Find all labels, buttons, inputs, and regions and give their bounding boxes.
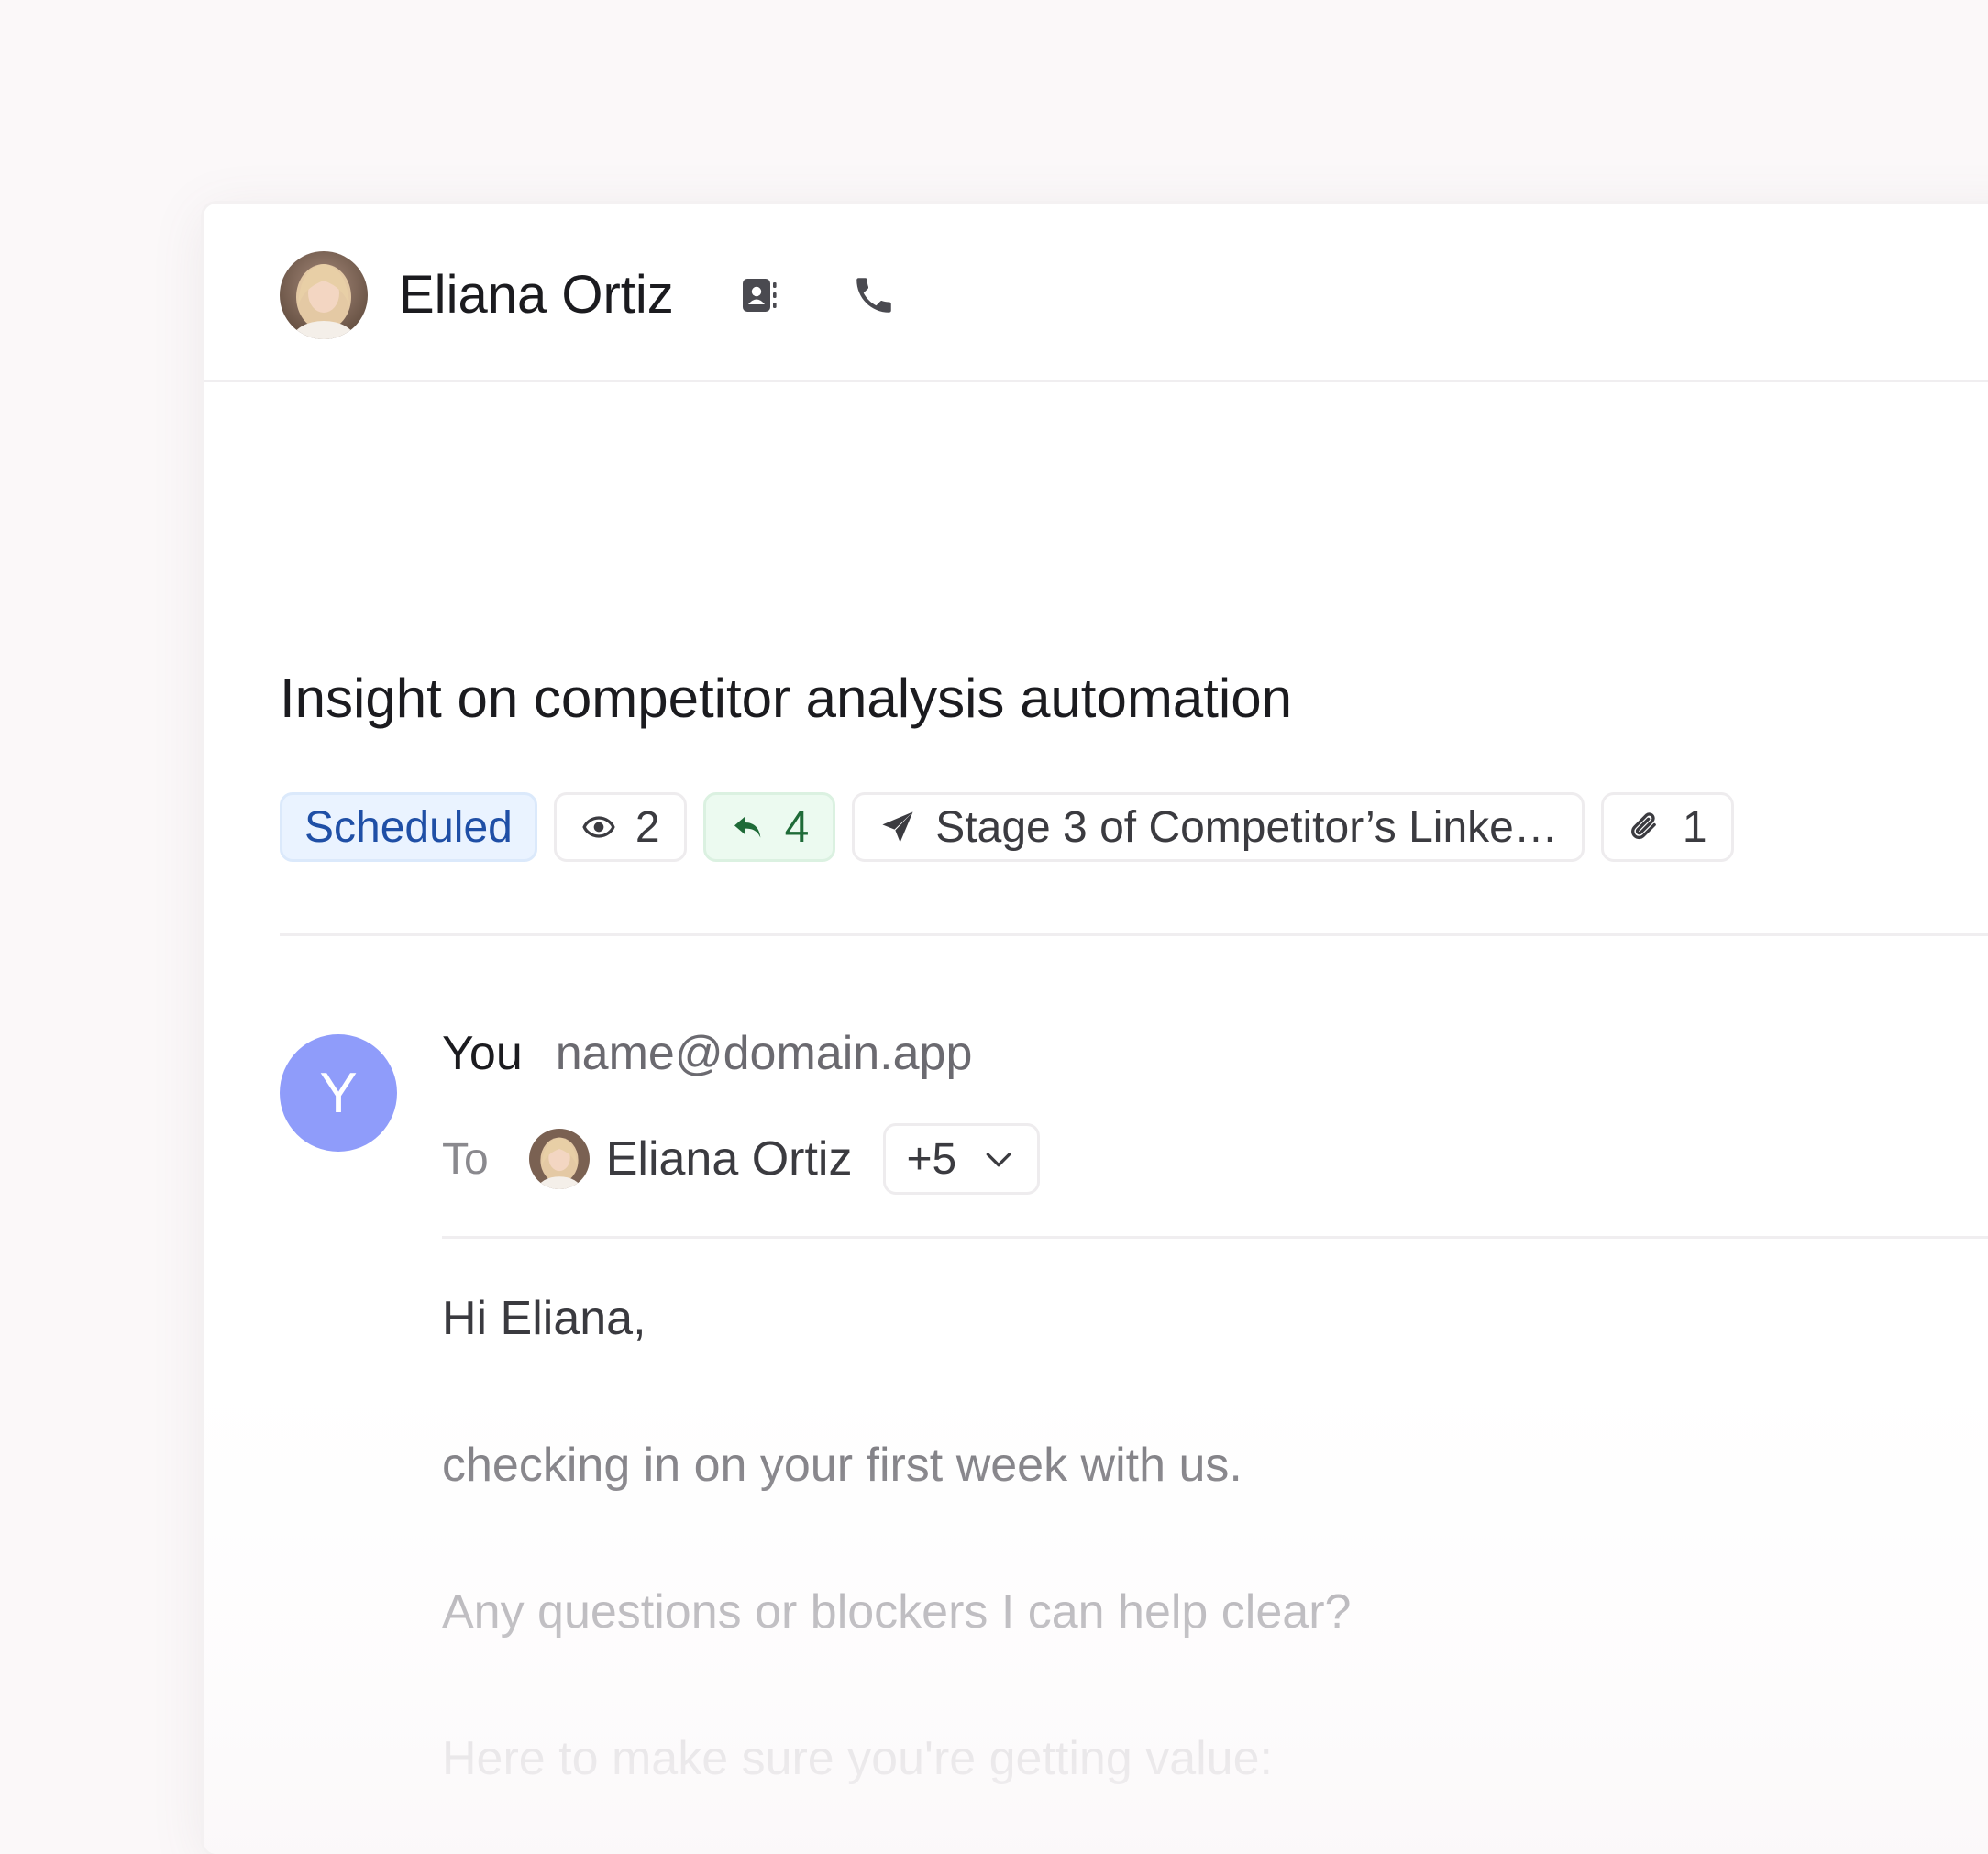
reply-icon [730, 809, 767, 845]
replies-count: 4 [784, 802, 810, 852]
recipients-line: To Eliana Ortiz +5 [442, 1123, 1041, 1195]
sender-line: You name@domain.app [442, 1020, 972, 1087]
to-label: To [442, 1134, 489, 1184]
status-badge[interactable]: Scheduled [280, 792, 537, 862]
replies-chip[interactable]: 4 [702, 792, 836, 862]
email-meta-chips: Scheduled 2 4 Stage 3 of Competitor’s Li… [280, 792, 1734, 862]
email-body-line: Here to make sure you're getting value: [442, 1732, 1273, 1785]
divider [442, 1236, 1988, 1239]
divider [280, 933, 1988, 936]
contact-avatar[interactable] [280, 251, 368, 339]
sequence-chip[interactable]: Stage 3 of Competitor’s Linke… [852, 792, 1585, 862]
send-icon [878, 808, 917, 846]
person-photo-icon [280, 251, 368, 339]
paperclip-icon [1628, 809, 1664, 845]
more-recipients-button[interactable]: +5 [883, 1123, 1041, 1195]
chevron-down-icon [980, 1141, 1017, 1177]
email-subject: Insight on competitor analysis automatio… [280, 668, 1292, 729]
views-count: 2 [635, 802, 660, 852]
status-label: Scheduled [304, 802, 513, 852]
sender-email: name@domain.app [555, 1027, 973, 1080]
email-body-line: Any questions or blockers I can help cle… [442, 1585, 1352, 1639]
contact-name[interactable]: Eliana Ortiz [399, 260, 674, 330]
contact-book-icon[interactable] [732, 268, 787, 323]
eye-icon [580, 809, 617, 845]
email-body-line: checking in on your first week with us. [442, 1439, 1242, 1492]
phone-icon[interactable] [846, 268, 901, 323]
more-recipients-count: +5 [906, 1134, 957, 1184]
attachments-chip[interactable]: 1 [1600, 792, 1734, 862]
attachments-count: 1 [1682, 802, 1707, 852]
email-detail-card: Eliana Ortiz Insight on competitor analy… [204, 204, 1988, 1854]
sender-avatar: Y [280, 1034, 397, 1152]
contact-header: Eliana Ortiz [204, 204, 1988, 382]
views-chip[interactable]: 2 [553, 792, 687, 862]
sequence-label: Stage 3 of Competitor’s Linke… [935, 802, 1558, 852]
recipient-avatar [528, 1129, 590, 1189]
email-body-line: Hi Eliana, [442, 1292, 646, 1345]
sender-name: You [442, 1027, 523, 1080]
recipient-name[interactable]: Eliana Ortiz [606, 1131, 853, 1186]
person-photo-icon [528, 1129, 590, 1189]
